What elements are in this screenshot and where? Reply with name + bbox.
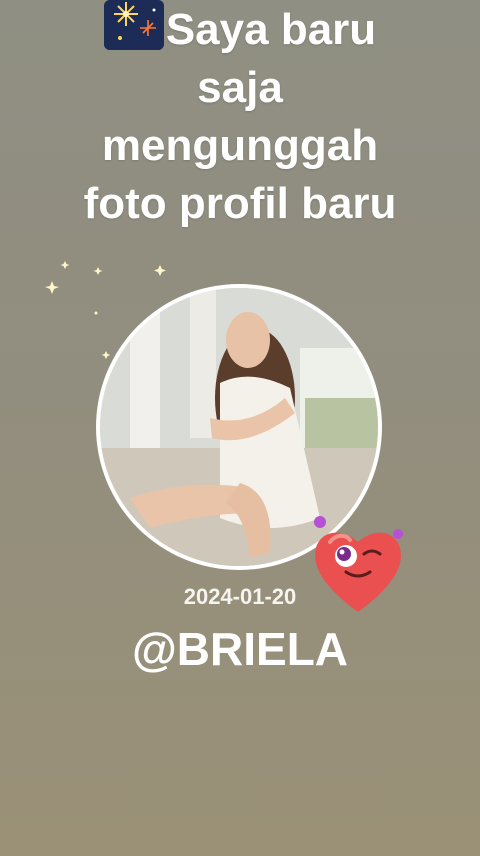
headline-line-2: saja: [197, 63, 283, 112]
headline-line-1: Saya baru: [0, 0, 480, 59]
headline-line-4: foto profil baru: [83, 179, 397, 228]
fireworks-icon: [103, 0, 164, 50]
headline: Saya baru saja mengunggah foto profil ba…: [0, 0, 480, 233]
headline-text-1: Saya baru: [165, 5, 377, 54]
headline-line-3: mengunggah: [101, 121, 379, 170]
upload-date: 2024-01-20: [183, 584, 297, 609]
username-handle: @BRIELA: [131, 623, 349, 675]
